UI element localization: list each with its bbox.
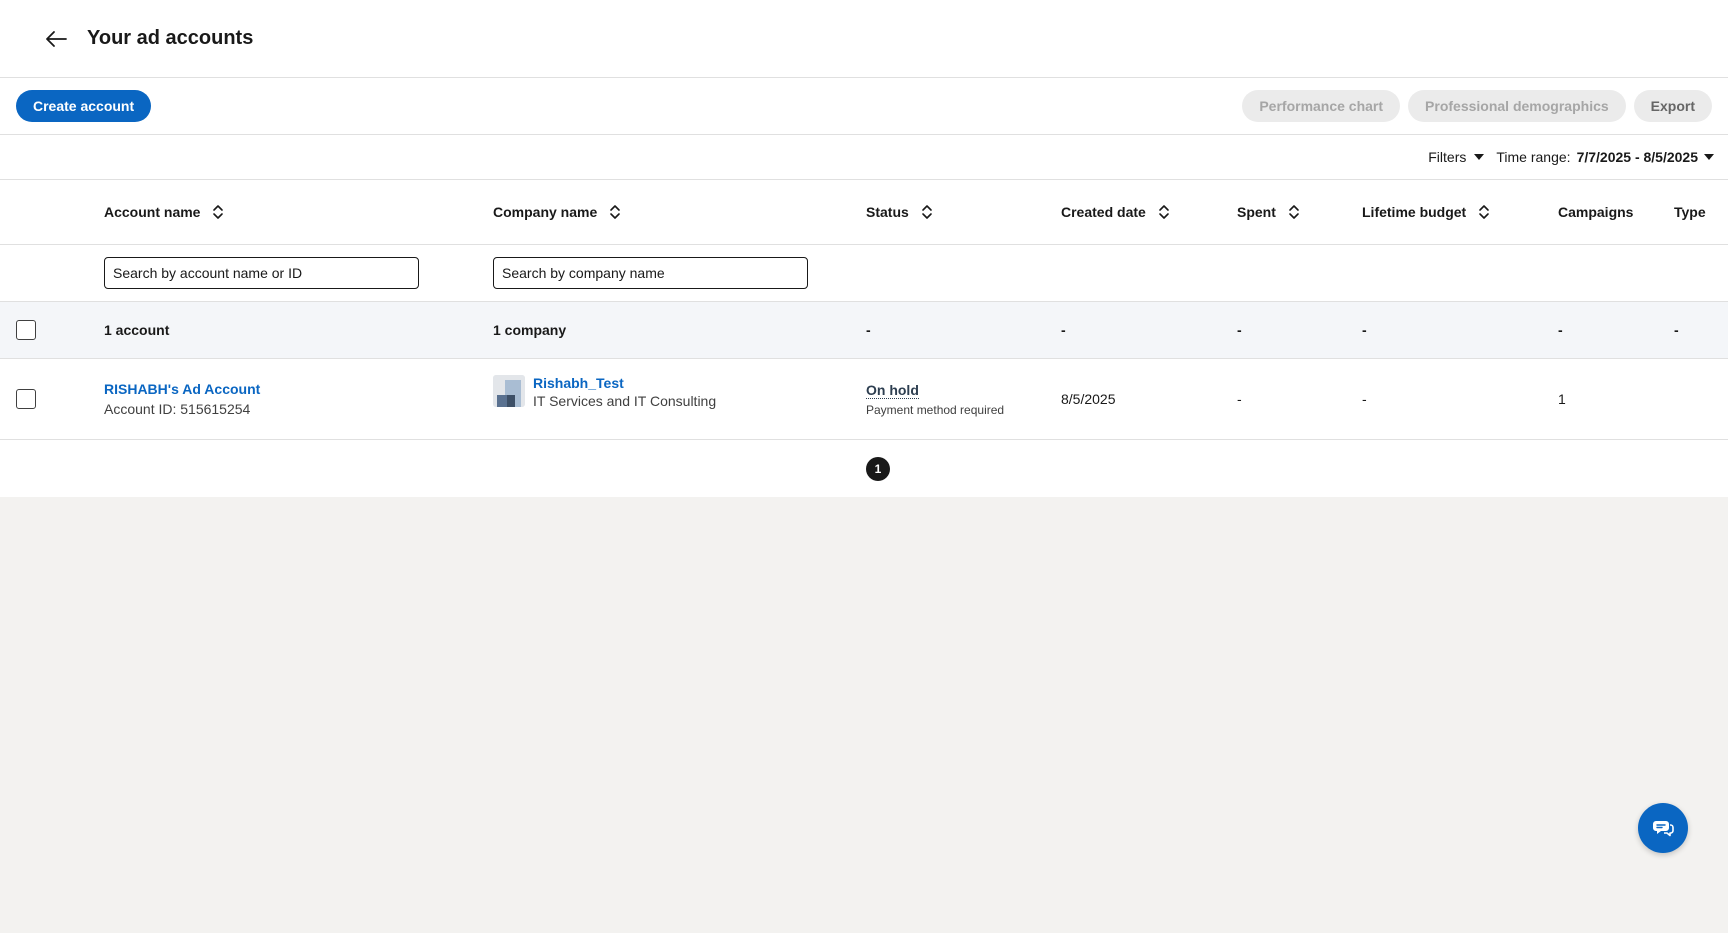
company-search-cell bbox=[493, 245, 808, 301]
page-number-button[interactable]: 1 bbox=[866, 457, 890, 481]
summary-accounts: 1 account bbox=[104, 322, 170, 338]
account-name-cell: RISHABH's Ad Account Account ID: 5156152… bbox=[104, 359, 260, 439]
column-header-campaigns: Campaigns bbox=[1558, 180, 1633, 244]
caret-down-icon bbox=[1704, 154, 1714, 160]
professional-demographics-button[interactable]: Professional demographics bbox=[1408, 90, 1626, 122]
filters-dropdown[interactable]: Filters bbox=[1428, 149, 1485, 165]
column-label: Lifetime budget bbox=[1362, 204, 1467, 220]
filters-label: Filters bbox=[1428, 149, 1467, 165]
campaigns-cell: 1 bbox=[1558, 391, 1566, 407]
status-cell: On hold Payment method required bbox=[866, 359, 1004, 439]
column-label: Spent bbox=[1237, 204, 1276, 220]
summary-spent: - bbox=[1237, 322, 1242, 338]
page-header: Your ad accounts bbox=[0, 0, 1728, 78]
summary-lifetime-budget: - bbox=[1362, 322, 1367, 338]
table-search-row bbox=[0, 245, 1728, 302]
pagination bbox=[0, 440, 1728, 496]
back-button[interactable] bbox=[40, 23, 72, 55]
column-header-status[interactable]: Status bbox=[866, 180, 933, 244]
spent-cell: - bbox=[1237, 391, 1242, 407]
column-header-company-name[interactable]: Company name bbox=[493, 180, 621, 244]
company-search-input[interactable] bbox=[493, 257, 808, 289]
account-id: Account ID: 515615254 bbox=[104, 401, 251, 417]
page-title: Your ad accounts bbox=[87, 27, 254, 49]
column-label: Account name bbox=[104, 204, 201, 220]
arrow-left-icon bbox=[46, 30, 67, 47]
column-label: Status bbox=[866, 204, 909, 220]
create-account-button[interactable]: Create account bbox=[16, 90, 152, 122]
account-name-link[interactable]: RISHABH's Ad Account bbox=[104, 381, 260, 397]
status-detail: Payment method required bbox=[866, 402, 1005, 417]
select-all-cell bbox=[16, 302, 36, 358]
account-search-input[interactable] bbox=[104, 257, 419, 289]
column-header-lifetime-budget[interactable]: Lifetime budget bbox=[1362, 180, 1490, 244]
table-header-row: Account name Company name Status Created… bbox=[0, 180, 1728, 245]
toolbar: Create account Performance chart Profess… bbox=[0, 78, 1728, 135]
toolbar-actions: Performance chart Professional demograph… bbox=[1242, 90, 1712, 122]
lifetime-budget-cell: - bbox=[1362, 391, 1367, 407]
summary-created-date: - bbox=[1061, 322, 1066, 338]
summary-campaigns: - bbox=[1558, 322, 1563, 338]
sort-icon[interactable] bbox=[609, 204, 621, 220]
column-header-created-date[interactable]: Created date bbox=[1061, 180, 1170, 244]
column-header-account-name[interactable]: Account name bbox=[104, 180, 224, 244]
chat-button[interactable] bbox=[1638, 803, 1688, 853]
summary-type: - bbox=[1674, 322, 1679, 338]
column-header-type: Type bbox=[1674, 180, 1706, 244]
column-label: Campaigns bbox=[1558, 204, 1634, 220]
created-date-cell: 8/5/2025 bbox=[1061, 391, 1116, 407]
company-name-link[interactable]: Rishabh_Test bbox=[533, 375, 716, 391]
summary-status: - bbox=[866, 322, 871, 338]
table-summary-row: 1 account 1 company - - - - - - bbox=[0, 302, 1728, 359]
sort-icon[interactable] bbox=[1158, 204, 1170, 220]
sort-icon[interactable] bbox=[1478, 204, 1490, 220]
performance-chart-button[interactable]: Performance chart bbox=[1242, 90, 1401, 122]
column-label: Company name bbox=[493, 204, 598, 220]
column-label: Created date bbox=[1061, 204, 1146, 220]
sort-icon[interactable] bbox=[921, 204, 933, 220]
row-checkbox[interactable] bbox=[16, 389, 36, 409]
account-search-cell bbox=[104, 245, 419, 301]
filter-bar: Filters Time range: 7/7/2025 - 8/5/2025 bbox=[0, 135, 1728, 180]
company-name-cell: Rishabh_Test IT Services and IT Consulti… bbox=[493, 359, 716, 439]
table-row: RISHABH's Ad Account Account ID: 5156152… bbox=[0, 359, 1728, 440]
status-on-hold-link[interactable]: On hold bbox=[866, 382, 919, 399]
summary-companies: 1 company bbox=[493, 322, 567, 338]
sort-icon[interactable] bbox=[212, 204, 224, 220]
column-header-spent[interactable]: Spent bbox=[1237, 180, 1300, 244]
column-label: Type bbox=[1674, 204, 1706, 220]
select-all-checkbox[interactable] bbox=[16, 320, 36, 340]
row-select-cell bbox=[16, 359, 36, 439]
time-range-label: Time range: bbox=[1496, 149, 1571, 165]
time-range-dropdown[interactable]: Time range: 7/7/2025 - 8/5/2025 bbox=[1496, 149, 1714, 165]
time-range-value: 7/7/2025 - 8/5/2025 bbox=[1576, 149, 1698, 165]
main-panel: Your ad accounts Create account Performa… bbox=[0, 0, 1728, 497]
company-logo-icon bbox=[493, 375, 525, 407]
caret-down-icon bbox=[1474, 154, 1485, 160]
company-industry: IT Services and IT Consulting bbox=[533, 393, 717, 409]
chat-icon bbox=[1653, 821, 1674, 837]
sort-icon[interactable] bbox=[1288, 204, 1300, 220]
export-button[interactable]: Export bbox=[1633, 90, 1712, 122]
